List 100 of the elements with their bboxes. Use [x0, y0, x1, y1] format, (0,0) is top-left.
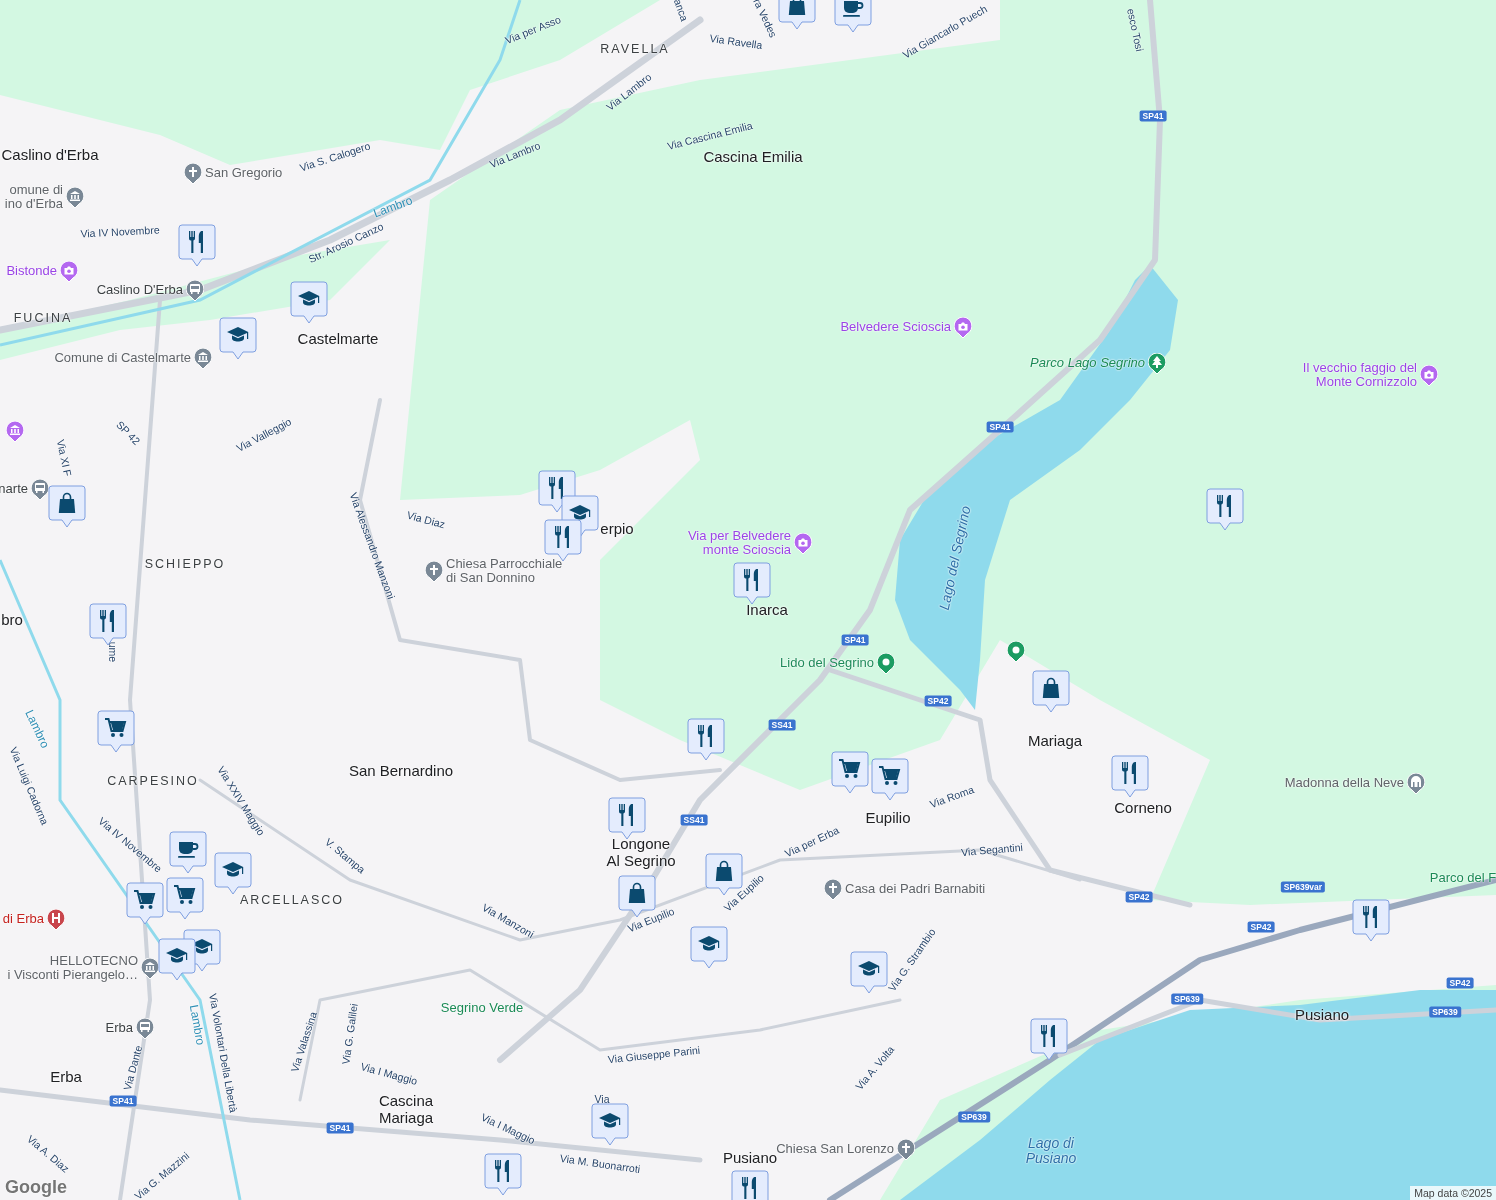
fork-knife-icon — [744, 569, 758, 591]
poi-label[interactable]: Erba — [105, 1021, 133, 1035]
graduation-cap-icon — [166, 948, 188, 963]
camera-icon[interactable] — [60, 261, 78, 283]
map-marker[interactable] — [126, 882, 164, 926]
shopping-cart-icon — [104, 718, 127, 737]
street-label: Via Volontari Della Libertà — [207, 992, 239, 1114]
street-label: Via per Asso — [503, 13, 563, 47]
map-marker[interactable] — [166, 877, 204, 921]
map-marker[interactable] — [48, 485, 86, 529]
poi-label[interactable]: Comune di Castelmarte — [54, 351, 191, 365]
route-shield: SS41 — [768, 719, 796, 731]
route-shield: SP41 — [986, 421, 1014, 433]
poi-label[interactable]: Chiesa San Lorenzo — [776, 1142, 894, 1156]
street-label: Via Lambro — [488, 139, 542, 171]
street-label: Via — [594, 1094, 610, 1106]
district-label: CARPESINO — [107, 775, 199, 789]
fork-knife-icon — [698, 725, 712, 747]
route-shield: SP639 — [958, 1111, 990, 1123]
museum-icon[interactable] — [6, 421, 24, 443]
map-marker[interactable] — [290, 281, 328, 325]
map-marker[interactable] — [219, 317, 257, 361]
train-icon[interactable] — [186, 280, 204, 302]
map-marker[interactable] — [687, 718, 725, 762]
poi-label[interactable]: Belvedere Scioscia — [840, 320, 951, 334]
park-label: Segrino Verde — [440, 1001, 524, 1015]
map-marker[interactable] — [778, 0, 816, 31]
shopping-cart-icon — [133, 890, 156, 909]
street-label: Via Segantini — [960, 841, 1024, 859]
map-marker[interactable] — [484, 1153, 522, 1197]
poi-label[interactable]: Via per Belvedere monte Scioscia — [687, 529, 791, 557]
camera-icon[interactable] — [954, 317, 972, 339]
poi-label[interactable]: Bistonde — [6, 264, 57, 278]
poi-label[interactable]: Parco Lago Segrino — [1030, 356, 1145, 370]
town-hall-icon[interactable] — [66, 187, 84, 209]
logo[interactable]: Google — [5, 1177, 67, 1198]
cross-icon[interactable] — [184, 163, 202, 185]
place-label: San Bernardino — [348, 762, 454, 780]
place-label: Caslino d'Erba — [1, 146, 99, 164]
route-shield: SP41 — [109, 1095, 137, 1107]
shopping-bag-icon — [628, 882, 646, 903]
map-marker[interactable] — [733, 562, 771, 606]
map-marker[interactable] — [1352, 899, 1390, 943]
map-marker[interactable] — [608, 797, 646, 841]
graduation-cap-icon — [298, 291, 320, 306]
location-pin-icon[interactable] — [877, 653, 895, 675]
poi-label[interactable]: Lido del Segrino — [780, 656, 874, 670]
fork-knife-icon — [1122, 762, 1136, 784]
camera-icon[interactable] — [794, 533, 812, 555]
map-marker[interactable] — [1032, 670, 1070, 714]
map-marker[interactable] — [690, 926, 728, 970]
graduation-cap-icon — [227, 327, 249, 342]
poi-label[interactable]: Il vecchio faggio del Monte Cornizzolo — [1302, 361, 1417, 389]
poi-label[interactable]: di Erba — [2, 912, 44, 926]
map-marker[interactable] — [158, 938, 196, 982]
tree-icon[interactable] — [1148, 353, 1166, 375]
street-label: Via Diaz — [405, 509, 447, 531]
cross-icon[interactable] — [897, 1139, 915, 1161]
map-marker[interactable] — [831, 751, 869, 795]
map-marker[interactable] — [850, 951, 888, 995]
place-label: Erba — [50, 1068, 82, 1086]
map-marker[interactable] — [214, 852, 252, 896]
map-marker[interactable] — [871, 758, 909, 802]
district-label: RAVELLA — [600, 43, 670, 57]
town-hall-icon[interactable] — [194, 348, 212, 370]
poi-label[interactable]: Caslino D'Erba — [96, 283, 183, 297]
poi-label[interactable]: San Gregorio — [205, 166, 283, 180]
poi-label[interactable]: omune di ino d'Erba — [4, 183, 63, 211]
map-marker[interactable] — [97, 710, 135, 754]
cross-icon[interactable] — [824, 879, 842, 901]
map-marker[interactable] — [1206, 488, 1244, 532]
attribution-text: Map data ©2025 — [1410, 1186, 1496, 1200]
street-label: Via G. Galilei — [340, 1003, 360, 1065]
poi-label[interactable]: narte — [0, 482, 28, 496]
street-label: esco Tosi — [1125, 7, 1145, 53]
route-shield: SP41 — [1139, 110, 1167, 122]
street-label: Via Eupilio — [626, 905, 676, 935]
cross-icon[interactable] — [425, 561, 443, 583]
location-pin-icon[interactable] — [1007, 641, 1025, 663]
fork-knife-icon — [189, 231, 203, 253]
map-marker[interactable] — [591, 1103, 629, 1147]
hospital-icon[interactable] — [47, 909, 65, 931]
town-hall-icon[interactable] — [141, 958, 159, 980]
map-marker[interactable] — [1111, 755, 1149, 799]
train-icon[interactable] — [136, 1018, 154, 1040]
coffee-cup-icon — [843, 1, 864, 17]
poi-label[interactable]: Casa dei Padri Barnabiti — [845, 882, 986, 896]
poi-label[interactable]: Madonna della Neve — [1284, 776, 1404, 790]
train-icon[interactable] — [31, 479, 49, 501]
shopping-bag-icon — [58, 492, 76, 513]
street-label: Via XI F — [54, 438, 74, 478]
map-marker[interactable] — [834, 0, 872, 34]
camera-icon[interactable] — [1420, 365, 1438, 387]
poi-label[interactable]: Chiesa Parrocchiale di San Donnino — [446, 557, 563, 585]
monument-icon[interactable] — [1407, 773, 1425, 795]
fork-knife-icon — [555, 526, 569, 548]
poi-label[interactable]: HELLOTECNO i Visconti Pierangelo… — [7, 954, 138, 982]
map-marker[interactable] — [169, 831, 207, 875]
map-marker[interactable] — [178, 224, 216, 268]
map-marker[interactable] — [1030, 1018, 1068, 1062]
